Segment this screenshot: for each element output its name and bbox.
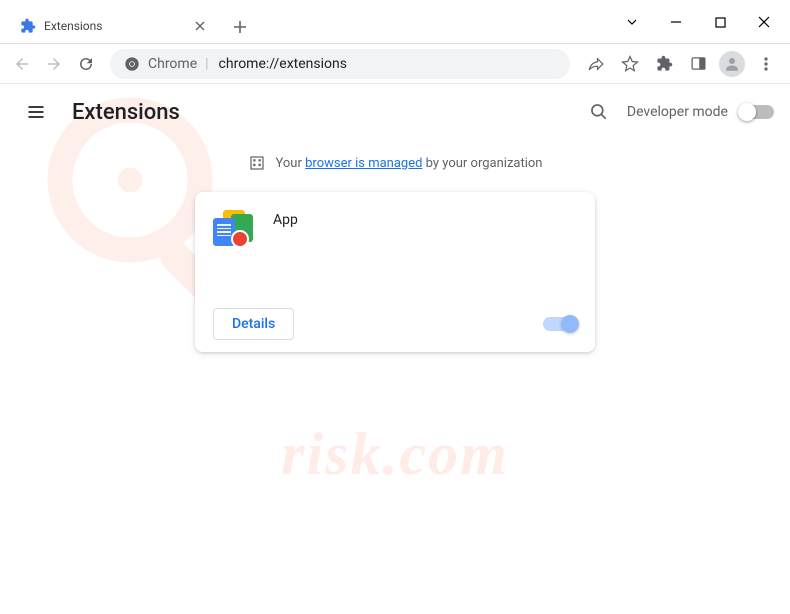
developer-mode-toggle[interactable] [740, 105, 774, 119]
extensions-page-header: Extensions Developer mode [0, 84, 790, 140]
details-button[interactable]: Details [213, 308, 294, 340]
puzzle-icon [656, 55, 673, 72]
extension-puzzle-icon [20, 18, 36, 34]
managed-banner: Your browser is managed by your organiza… [0, 140, 790, 192]
address-bar[interactable]: Chrome | chrome://extensions [110, 49, 570, 79]
star-icon [621, 55, 639, 73]
kebab-icon [758, 56, 774, 72]
bookmark-button[interactable] [614, 48, 646, 80]
separator: | [205, 56, 208, 72]
scheme-chip: Chrome | [124, 56, 209, 72]
developer-mode-label: Developer mode [627, 104, 728, 120]
minimize-icon [670, 16, 682, 28]
browser-managed-link[interactable]: browser is managed [305, 156, 422, 171]
tab-title: Extensions [44, 19, 102, 33]
nav-back-button[interactable] [8, 50, 36, 78]
page-title: Extensions [72, 100, 180, 125]
maximize-icon [715, 17, 726, 28]
chevron-down-icon [626, 16, 638, 28]
extensions-grid: App Details [0, 192, 790, 352]
url-text: chrome://extensions [219, 56, 347, 72]
sidepanel-button[interactable] [682, 48, 714, 80]
nav-forward-button[interactable] [40, 50, 68, 78]
arrow-left-icon [13, 55, 31, 73]
profile-button[interactable] [716, 48, 748, 80]
extension-icon [213, 208, 257, 252]
nav-reload-button[interactable] [72, 50, 100, 78]
close-icon [195, 21, 205, 31]
banner-text: Your browser is managed by your organiza… [276, 156, 543, 171]
window-minimize-button[interactable] [654, 7, 698, 37]
window-dropdown-button[interactable] [610, 7, 654, 37]
search-extensions-button[interactable] [583, 96, 615, 128]
browser-title-bar: Extensions [0, 0, 790, 44]
tab-close-button[interactable] [192, 18, 208, 34]
share-button[interactable] [580, 48, 612, 80]
window-controls [610, 7, 786, 37]
scheme-label: Chrome [148, 56, 197, 72]
arrow-right-icon [45, 55, 63, 73]
hamburger-icon [26, 102, 46, 122]
search-icon [589, 102, 609, 122]
browser-tab[interactable]: Extensions [8, 9, 218, 43]
toggle-knob [738, 103, 756, 121]
reload-icon [77, 55, 95, 73]
window-maximize-button[interactable] [698, 7, 742, 37]
extension-name: App [273, 208, 298, 308]
new-tab-button[interactable] [226, 13, 254, 41]
close-icon [758, 16, 770, 28]
extension-card: App Details [195, 192, 595, 352]
plus-icon [233, 20, 247, 34]
chrome-icon [124, 56, 140, 72]
hamburger-menu-button[interactable] [16, 92, 56, 132]
toggle-knob [561, 315, 579, 333]
browser-nav-bar: Chrome | chrome://extensions [0, 44, 790, 84]
extensions-button[interactable] [648, 48, 680, 80]
window-close-button[interactable] [742, 7, 786, 37]
watermark-sub: risk.com [281, 420, 509, 489]
menu-button[interactable] [750, 48, 782, 80]
panel-icon [690, 55, 707, 72]
building-icon [248, 154, 266, 172]
avatar-icon [719, 51, 745, 77]
share-icon [587, 55, 605, 73]
extension-enable-toggle[interactable] [543, 317, 577, 331]
toolbar-right [580, 48, 782, 80]
